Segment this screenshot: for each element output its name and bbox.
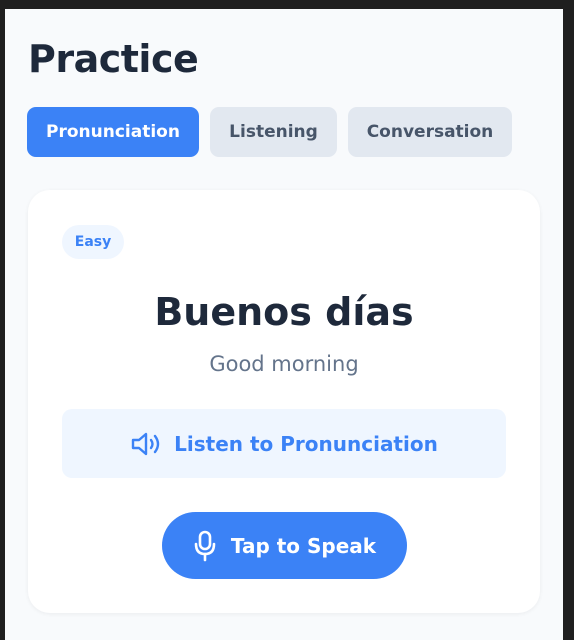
speak-label: Tap to Speak bbox=[230, 533, 377, 558]
listen-pronunciation-button[interactable]: Listen to Pronunciation bbox=[62, 409, 506, 478]
tab-listening[interactable]: Listening bbox=[210, 107, 337, 157]
translation-text: Good morning bbox=[209, 352, 359, 376]
tap-to-speak-button[interactable]: Tap to Speak bbox=[162, 512, 407, 579]
practice-tabs: Pronunciation Listening Conversation bbox=[27, 107, 512, 157]
practice-card: Easy Buenos días Good morning Listen to … bbox=[28, 190, 540, 613]
listen-label: Listen to Pronunciation bbox=[174, 431, 438, 456]
difficulty-badge: Easy bbox=[62, 225, 124, 259]
page-title: Practice bbox=[28, 37, 199, 81]
app-panel: Practice Pronunciation Listening Convers… bbox=[5, 9, 563, 640]
microphone-icon bbox=[193, 530, 217, 562]
tab-pronunciation[interactable]: Pronunciation bbox=[27, 107, 199, 157]
phrase-text: Buenos días bbox=[154, 290, 414, 334]
tab-conversation[interactable]: Conversation bbox=[348, 107, 512, 157]
speaker-icon bbox=[130, 430, 162, 458]
